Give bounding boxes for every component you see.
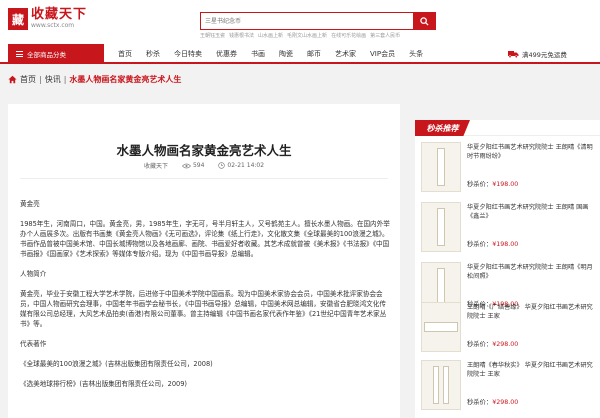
nav-item-ceramics[interactable]: 陶瓷 <box>279 49 293 59</box>
product-price: 秒杀价：¥298.00 <box>467 399 519 406</box>
nav-item-painting[interactable]: 书画 <box>251 49 265 59</box>
product-name[interactable]: 华夏夕阳红书画艺术研究院院士 王朗晴《清明时节雨纷纷》 <box>467 143 597 161</box>
hot-word[interactable]: 钱惠根书法 <box>229 32 254 39</box>
all-categories-button[interactable]: 全部商品分类 <box>8 44 104 64</box>
home-icon <box>8 75 17 84</box>
nav-item-headlines[interactable]: 头条 <box>409 49 423 59</box>
article-paragraph: 《全球最美的100浪漫之城》(吉林出版集团有限责任公司，2008) <box>20 360 213 368</box>
shipping-promo-label: 满499元免运费 <box>522 51 567 59</box>
breadcrumb-separator: | <box>63 75 67 84</box>
search-button[interactable] <box>413 13 435 29</box>
nav-item-home[interactable]: 首页 <box>118 49 132 59</box>
search-input[interactable] <box>201 13 413 29</box>
product-item[interactable]: 华夏夕阳红书画艺术研究院院士 王朗晴《清明时节雨纷纷》 秒杀价：¥198.00 <box>421 140 600 196</box>
breadcrumb-home[interactable]: 首页 <box>20 74 36 85</box>
flash-sale-sidebar: 秒杀推荐 华夏夕阳红书画艺术研究院院士 王朗晴《清明时节雨纷纷》 秒杀价：¥19… <box>415 120 600 418</box>
product-price: 秒杀价：¥198.00 <box>467 241 519 248</box>
hot-word[interactable]: 第三套人民币 <box>370 32 400 39</box>
article-panel: 水墨人物画名家黄金亮艺术人生 收藏天下 594 02-21 14:02 黄金亮 … <box>8 104 400 418</box>
search-bar <box>200 12 436 30</box>
sidebar-title: 秒杀推荐 <box>415 120 470 136</box>
product-price: 秒杀价：¥298.00 <box>467 341 519 348</box>
product-image[interactable] <box>421 142 461 192</box>
nav-item-stamps-coins[interactable]: 邮币 <box>307 49 321 59</box>
main-nav: 全部商品分类 首页 秒杀 今日特卖 优惠券 书画 陶瓷 邮币 艺术家 VIP会员… <box>0 44 600 64</box>
article-title: 水墨人物画名家黄金亮艺术人生 <box>116 143 292 158</box>
article-meta: 收藏天下 594 02-21 14:02 <box>8 161 400 170</box>
search-icon <box>419 16 429 26</box>
product-image[interactable] <box>421 360 461 410</box>
breadcrumb-section[interactable]: 快讯 <box>45 74 61 85</box>
breadcrumb: 首页 | 快讯 | 水墨人物画名家黄金亮艺术人生 <box>8 74 181 85</box>
breadcrumb-current: 水墨人物画名家黄金亮艺术人生 <box>69 75 182 84</box>
nav-item-daily-deals[interactable]: 今日特卖 <box>174 49 202 59</box>
product-item[interactable]: 华夏夕阳红书画艺术研究院院士 王朗晴 国画《鑫兰》 秒杀价：¥198.00 <box>421 200 600 256</box>
hot-word[interactable]: 毛刚文山水画上新 <box>287 32 327 39</box>
article-date: 02-21 14:02 <box>227 162 265 169</box>
product-image[interactable] <box>421 202 461 252</box>
product-image[interactable] <box>421 302 461 352</box>
article-paragraph: 黄金亮，毕业于安徽工程大学艺术学院，后进修于中国美术学院中国画系。现为中国美术家… <box>20 290 387 328</box>
truck-icon <box>508 51 519 58</box>
eye-icon <box>181 163 191 168</box>
product-name[interactable]: 王朗晴《广结善缘》 华夏夕阳红书画艺术研究院院士 王家 <box>467 303 597 321</box>
article-paragraph: 人物简介 <box>20 270 47 278</box>
logo-url: www.sctx.com <box>31 22 75 29</box>
hot-word[interactable]: 在线可乐花绘画 <box>331 32 366 39</box>
article-paragraph: 《选美地球排行榜》(吉林出版集团有限责任公司，2009) <box>20 380 187 388</box>
product-name[interactable]: 华夏夕阳红书画艺术研究院院士 王朗晴《明月松间照》 <box>467 263 597 281</box>
sidebar-header: 秒杀推荐 <box>415 120 600 136</box>
all-categories-label: 全部商品分类 <box>27 51 66 59</box>
site-logo[interactable]: 藏 收藏天下 www.sctx.com <box>8 8 87 30</box>
article-views: 594 <box>192 162 205 169</box>
product-price: 秒杀价：¥198.00 <box>467 181 519 188</box>
product-name[interactable]: 王朗晴《春华秋实》 华夏夕阳红书画艺术研究院院士 王家 <box>467 361 597 379</box>
logo-mark: 藏 <box>8 8 28 30</box>
hot-word[interactable]: 王朝钰玉瓷 <box>200 32 225 39</box>
hot-word[interactable]: 山水画上新 <box>258 32 283 39</box>
menu-icon <box>16 51 23 57</box>
article-body: 黄金亮 1985年生，河南周口，中国。黄金亮，男，1985年生，字无可，号半月轩… <box>20 199 390 399</box>
article-divider <box>20 178 388 179</box>
clock-icon <box>218 162 226 169</box>
logo-name: 收藏天下 <box>31 7 88 22</box>
nav-item-flash-sale[interactable]: 秒杀 <box>146 49 160 59</box>
product-item[interactable]: 王朗晴《广结善缘》 华夏夕阳红书画艺术研究院院士 王家 秒杀价：¥298.00 <box>421 300 600 356</box>
hot-search-words: 王朝钰玉瓷 钱惠根书法 山水画上新 毛刚文山水画上新 在线可乐花绘画 第三套人民… <box>200 32 400 39</box>
nav-item-coupons[interactable]: 优惠券 <box>216 49 237 59</box>
article-paragraph: 代表著作 <box>20 340 47 348</box>
article-paragraph: 1985年生，河南周口，中国。黄金亮，男，1985年生，字无可，号半月轩主人，又… <box>20 220 390 258</box>
nav-item-vip[interactable]: VIP会员 <box>370 49 395 59</box>
article-paragraph: 黄金亮 <box>20 200 40 208</box>
breadcrumb-separator: | <box>39 75 42 84</box>
top-header: 藏 收藏天下 www.sctx.com 王朝钰玉瓷 钱惠根书法 山水画上新 毛刚… <box>0 0 600 44</box>
shipping-promo[interactable]: 满499元免运费 <box>508 44 567 64</box>
nav-item-artists[interactable]: 艺术家 <box>335 49 356 59</box>
product-item[interactable]: 王朗晴《春华秋实》 华夏夕阳红书画艺术研究院院士 王家 秒杀价：¥298.00 <box>421 358 600 414</box>
product-name[interactable]: 华夏夕阳红书画艺术研究院院士 王朗晴 国画《鑫兰》 <box>467 203 597 221</box>
article-source: 收藏天下 <box>143 163 168 170</box>
